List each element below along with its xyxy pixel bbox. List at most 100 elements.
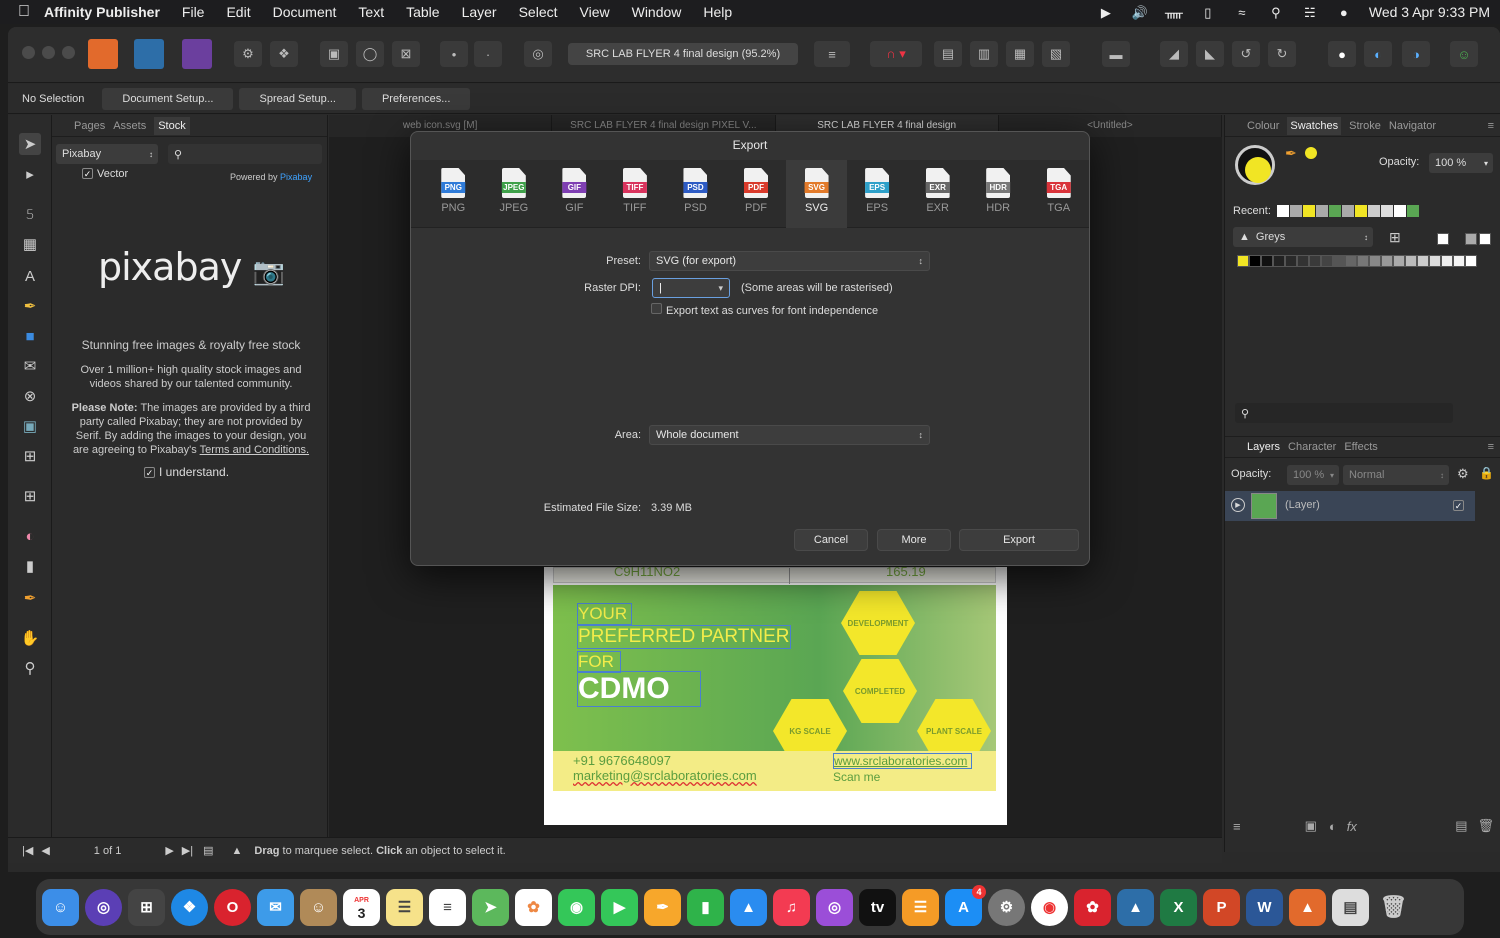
- acrobat-icon[interactable]: ✿: [1074, 888, 1111, 926]
- siri-icon[interactable]: ●: [1335, 5, 1353, 20]
- add-layer-icon[interactable]: ▤: [1455, 818, 1467, 834]
- blend-mode-select[interactable]: Normal ↕: [1343, 465, 1449, 485]
- affinity-publisher-icon[interactable]: ▲: [1289, 888, 1326, 926]
- volume-icon[interactable]: 🔊: [1131, 5, 1149, 20]
- format-tga-button[interactable]: TGA TGA: [1028, 160, 1089, 228]
- reminders-icon[interactable]: ≡: [429, 888, 466, 926]
- boolean-intersect-icon[interactable]: ◑: [1402, 41, 1430, 67]
- menu-file[interactable]: File: [182, 4, 205, 20]
- curves-checkbox[interactable]: Export text as curves for font independe…: [651, 303, 878, 317]
- hand-tool-icon[interactable]: ✋: [19, 627, 41, 649]
- format-jpeg-button[interactable]: JPEG JPEG: [484, 160, 545, 228]
- snapping-dot-icon[interactable]: ·: [474, 41, 502, 67]
- bluetooth-icon[interactable]: ᚅ: [1165, 5, 1183, 20]
- recent-swatch[interactable]: [1407, 205, 1419, 217]
- swatch-search-input[interactable]: ⚲: [1235, 403, 1453, 423]
- grey-swatch[interactable]: [1465, 255, 1477, 267]
- opera-icon[interactable]: O: [214, 888, 251, 926]
- layers-stack-icon[interactable]: ≡: [1233, 819, 1241, 834]
- area-select[interactable]: Whole document ↕: [649, 425, 930, 445]
- fill-color-well[interactable]: [1245, 157, 1271, 183]
- menu-layer[interactable]: Layer: [462, 4, 497, 20]
- menu-help[interactable]: Help: [703, 4, 732, 20]
- books-icon[interactable]: ☰: [902, 888, 939, 926]
- grey-swatch[interactable]: [1249, 255, 1261, 267]
- grey-swatch[interactable]: [1309, 255, 1321, 267]
- grey-swatch[interactable]: [1345, 255, 1357, 267]
- apple-tv-icon[interactable]: tv: [859, 888, 896, 926]
- resource-manager-icon[interactable]: ❖: [270, 41, 298, 67]
- move-tool-icon[interactable]: ➤: [19, 133, 41, 155]
- keynote-icon[interactable]: ▲: [730, 888, 767, 926]
- chrome-icon[interactable]: ◉: [1031, 888, 1068, 926]
- understand-checkbox[interactable]: ✓ I understand.: [144, 465, 229, 479]
- layer-row[interactable]: ▶ (Layer) ✓: [1225, 491, 1475, 521]
- notes-icon[interactable]: ☰: [386, 888, 423, 926]
- format-eps-button[interactable]: EPS EPS: [847, 160, 908, 228]
- play-status-icon[interactable]: ▶: [1097, 5, 1115, 20]
- preflight-icon[interactable]: ⚙: [234, 41, 262, 67]
- tab-character[interactable]: Character: [1288, 441, 1336, 453]
- format-exr-button[interactable]: EXR EXR: [907, 160, 968, 228]
- expand-layer-icon[interactable]: ▶: [1231, 498, 1245, 512]
- more-button[interactable]: More: [877, 529, 951, 551]
- format-pdf-button[interactable]: PDF PDF: [726, 160, 787, 228]
- frame-text-tool-icon[interactable]: 𝟻: [19, 203, 41, 225]
- grey-swatch[interactable]: [1321, 255, 1333, 267]
- layer-visibility-checkbox[interactable]: ✓: [1453, 500, 1464, 511]
- grey-swatch[interactable]: [1237, 255, 1249, 267]
- rotate-left-icon[interactable]: ↺: [1232, 41, 1260, 67]
- siri-icon[interactable]: ◎: [85, 888, 122, 926]
- facetime-icon[interactable]: ▶: [601, 888, 638, 926]
- powerpoint-icon[interactable]: P: [1203, 888, 1240, 926]
- flip-horizontal-icon[interactable]: ◢: [1160, 41, 1188, 67]
- grey-swatch[interactable]: [1429, 255, 1441, 267]
- eyedropper-icon[interactable]: ✒: [1285, 145, 1297, 162]
- spotlight-search-icon[interactable]: ⚲: [1267, 5, 1285, 20]
- close-window-button[interactable]: [22, 46, 35, 59]
- grey-swatch[interactable]: [1273, 255, 1285, 267]
- adjustment-icon[interactable]: ◐: [1329, 819, 1337, 834]
- tab-effects[interactable]: Effects: [1344, 441, 1377, 453]
- baseline-grid-icon[interactable]: ≡: [814, 41, 850, 67]
- next-page-icon[interactable]: ▶: [165, 844, 173, 857]
- bell-icon[interactable]: ▲: [232, 845, 243, 857]
- preview-eye-icon[interactable]: ◎: [524, 41, 552, 67]
- recent-swatch[interactable]: [1342, 205, 1354, 217]
- recent-swatch[interactable]: [1355, 205, 1367, 217]
- grey-swatch[interactable]: [1297, 255, 1309, 267]
- recent-swatch[interactable]: [1290, 205, 1302, 217]
- maps-icon[interactable]: ➤: [472, 888, 509, 926]
- rotate-right-icon[interactable]: ↻: [1268, 41, 1296, 67]
- menu-table[interactable]: Table: [406, 4, 439, 20]
- boolean-add-icon[interactable]: ●: [1328, 41, 1356, 67]
- mask-icon[interactable]: ▣: [1305, 818, 1317, 834]
- stock-source-select[interactable]: Pixabay ↕: [56, 144, 158, 164]
- grey-swatch[interactable]: [1453, 255, 1465, 267]
- first-page-icon[interactable]: |◀: [22, 844, 33, 857]
- grey-swatch[interactable]: [1417, 255, 1429, 267]
- format-svg-button[interactable]: SVG SVG: [786, 160, 847, 228]
- recent-swatch[interactable]: [1329, 205, 1341, 217]
- view-mode-clip-icon[interactable]: ⊠: [392, 41, 420, 67]
- grey-swatch[interactable]: [1261, 255, 1273, 267]
- pixabay-link[interactable]: Pixabay: [280, 172, 312, 182]
- calendar-icon[interactable]: APR 3: [343, 888, 380, 926]
- panel-menu-icon[interactable]: ≡: [1488, 441, 1494, 453]
- grey-swatch[interactable]: [1381, 255, 1393, 267]
- grey-swatch[interactable]: [1357, 255, 1369, 267]
- page-icon[interactable]: ▤: [203, 844, 213, 857]
- tab-assets[interactable]: Assets: [113, 120, 146, 132]
- tab-navigator[interactable]: Navigator: [1389, 120, 1436, 132]
- wifi-icon[interactable]: ≈: [1233, 5, 1251, 20]
- app-store-icon[interactable]: A 4: [945, 884, 986, 926]
- ellipse-frame-tool-icon[interactable]: ⊗: [19, 385, 41, 407]
- picture-frame-tool-icon[interactable]: ✉: [19, 355, 41, 377]
- battery-icon[interactable]: ▯: [1199, 5, 1217, 20]
- node-tool-icon[interactable]: ▸: [19, 163, 41, 185]
- apple-menu-icon[interactable]: : [18, 3, 30, 21]
- recent-swatch[interactable]: [1368, 205, 1380, 217]
- none-swatch[interactable]: [1437, 233, 1449, 245]
- cancel-button[interactable]: Cancel: [794, 529, 868, 551]
- numbers-icon[interactable]: ▮: [687, 888, 724, 926]
